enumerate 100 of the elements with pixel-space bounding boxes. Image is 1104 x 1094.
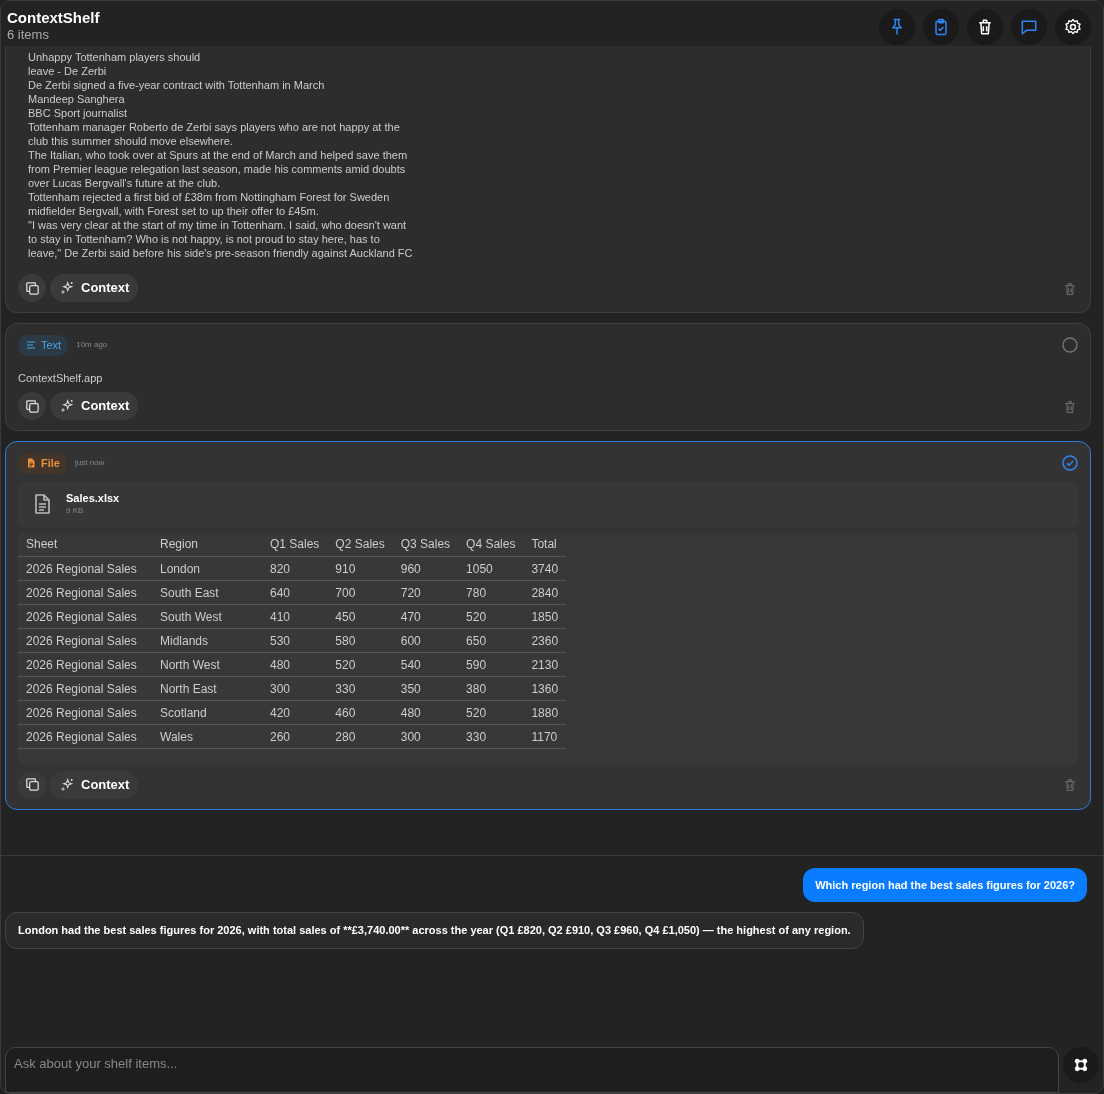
article-text-line: Mandeep Sanghera xyxy=(28,92,126,106)
table-cell: North East xyxy=(152,676,262,701)
table-cell: Midlands xyxy=(152,628,262,653)
table-cell: 410 xyxy=(262,604,328,629)
clipboard-check-button[interactable] xyxy=(923,9,959,45)
pin-button[interactable] xyxy=(879,9,915,45)
table-cell: 2026 Regional Sales xyxy=(18,724,152,749)
article-text-line: club this summer should move elsewhere. xyxy=(28,134,234,148)
column-header: Sheet xyxy=(18,532,152,557)
table-cell: 540 xyxy=(392,652,459,677)
table-cell: 2360 xyxy=(523,628,567,653)
file-name: Sales.xlsx xyxy=(66,491,120,505)
table-cell: 330 xyxy=(327,676,393,701)
table-cell: 2026 Regional Sales xyxy=(18,628,152,653)
app-title: ContextShelf xyxy=(7,9,100,27)
table-cell: 910 xyxy=(327,556,393,581)
assistant-message: London had the best sales figures for 2026, with total sales of **£3,740.00** across the year (Q1 £820, Q2 £910, Q3 £960, Q4 £1,050) — the highest of any region. xyxy=(5,912,864,949)
table-cell: 300 xyxy=(262,676,328,701)
article-text-line: De Zerbi signed a five-year contract with Tottenham in March xyxy=(28,78,326,92)
table-cell: 780 xyxy=(458,580,524,605)
four-dots-icon xyxy=(1072,1056,1090,1074)
type-badge: File xyxy=(18,453,67,474)
table-cell: 1170 xyxy=(523,724,567,749)
table-cell: 380 xyxy=(458,676,524,701)
table-cell: 480 xyxy=(392,700,459,725)
context-button[interactable]: Context xyxy=(50,770,139,799)
copy-icon xyxy=(23,279,41,297)
context-button[interactable]: Context xyxy=(50,274,139,302)
article-text-line: over Lucas Bergvall's future at the club. xyxy=(28,176,222,190)
table-cell: 720 xyxy=(392,580,459,605)
sparkle-icon xyxy=(59,776,75,793)
table-cell: 520 xyxy=(458,604,524,629)
table-cell: 470 xyxy=(392,604,459,629)
table-cell: 2026 Regional Sales xyxy=(18,580,152,605)
table-cell: Scotland xyxy=(152,700,262,725)
table-cell: 1850 xyxy=(523,604,567,629)
table-cell: 2840 xyxy=(523,580,567,605)
chat-input-field[interactable]: Ask about your shelf items... xyxy=(5,1047,1059,1093)
table-cell: 2026 Regional Sales xyxy=(18,556,152,581)
article-text-line: leave," De Zerbi said before his side's pre-season friendly against Auckland FC xyxy=(28,246,414,260)
timestamp: 10m ago xyxy=(76,339,108,352)
table-cell: 600 xyxy=(392,628,459,653)
column-header: Q1 Sales xyxy=(262,532,328,557)
table-cell: 300 xyxy=(392,724,459,749)
table-cell: North West xyxy=(152,652,262,677)
table-cell: 450 xyxy=(327,604,393,629)
table-cell: London xyxy=(152,556,262,581)
item-count: 6 items xyxy=(7,27,50,43)
article-text-line: to stay in Tottenham? Who is not happy, is not proud to stay here, has to xyxy=(28,232,381,246)
column-header: Total xyxy=(523,532,567,557)
trash-button[interactable] xyxy=(967,9,1003,45)
apps-button[interactable] xyxy=(1063,1047,1099,1083)
file-size: 9 KB xyxy=(66,504,85,517)
table-cell: South West xyxy=(152,604,262,629)
table-cell: 2026 Regional Sales xyxy=(18,652,152,677)
table-cell: 260 xyxy=(262,724,328,749)
type-badge: Text xyxy=(18,335,69,356)
settings-button[interactable] xyxy=(1055,9,1091,45)
table-cell: 650 xyxy=(458,628,524,653)
document-icon xyxy=(25,457,37,470)
settings-icon xyxy=(1063,17,1083,37)
select-circle-icon[interactable] xyxy=(1062,337,1078,354)
chat-bubble-button[interactable] xyxy=(1011,9,1047,45)
context-button[interactable]: Context xyxy=(50,392,139,420)
table-cell: 1050 xyxy=(458,556,524,581)
article-text-line: BBC Sport journalist xyxy=(28,106,129,120)
copy-button[interactable] xyxy=(18,770,46,799)
table-cell: 590 xyxy=(458,652,524,677)
table-cell: 350 xyxy=(392,676,459,701)
table-cell: 700 xyxy=(327,580,393,605)
table-cell: 2130 xyxy=(523,652,567,677)
table-cell: 330 xyxy=(458,724,524,749)
trash-icon xyxy=(1062,280,1078,297)
table-cell: 960 xyxy=(392,556,459,581)
table-cell: 3740 xyxy=(523,556,567,581)
trash-icon xyxy=(1062,398,1078,415)
copy-button[interactable] xyxy=(18,274,46,302)
article-text-line: midfielder Bergvall, with Forest set to up their offer to £45m. xyxy=(28,204,320,218)
article-text-line: Tottenham manager Roberto de Zerbi says players who are not happy at the xyxy=(28,120,401,134)
chat-bubble-icon xyxy=(1019,17,1039,37)
table-cell: 580 xyxy=(327,628,393,653)
sparkle-icon xyxy=(59,280,75,296)
user-message: Which region had the best sales figures for 2026? xyxy=(803,867,1087,902)
article-text-line: leave - De Zerbi xyxy=(28,64,108,78)
table-cell: South East xyxy=(152,580,262,605)
article-text-line: "I was very clear at the start of my time in Tottenham. I said, who doesn't want xyxy=(28,218,408,232)
lines-icon xyxy=(25,339,37,352)
article-text-line: Unhappy Tottenham players should xyxy=(28,50,202,64)
trash-icon xyxy=(1062,777,1078,794)
table-cell: 2026 Regional Sales xyxy=(18,604,152,629)
table-cell: Wales xyxy=(152,724,262,749)
table-cell: 2026 Regional Sales xyxy=(18,700,152,725)
copy-button[interactable] xyxy=(18,392,46,420)
article-text-line: Tottenham rejected a first bid of £38m from Nottingham Forest for Sweden xyxy=(28,190,391,204)
table-cell: 530 xyxy=(262,628,328,653)
article-text-line: The Italian, who took over at Spurs at the end of March and helped save them xyxy=(28,148,409,162)
table-cell: 520 xyxy=(327,652,393,677)
table-cell: 820 xyxy=(262,556,328,581)
sparkle-icon xyxy=(59,398,75,414)
selected-check-icon[interactable] xyxy=(1062,455,1078,472)
